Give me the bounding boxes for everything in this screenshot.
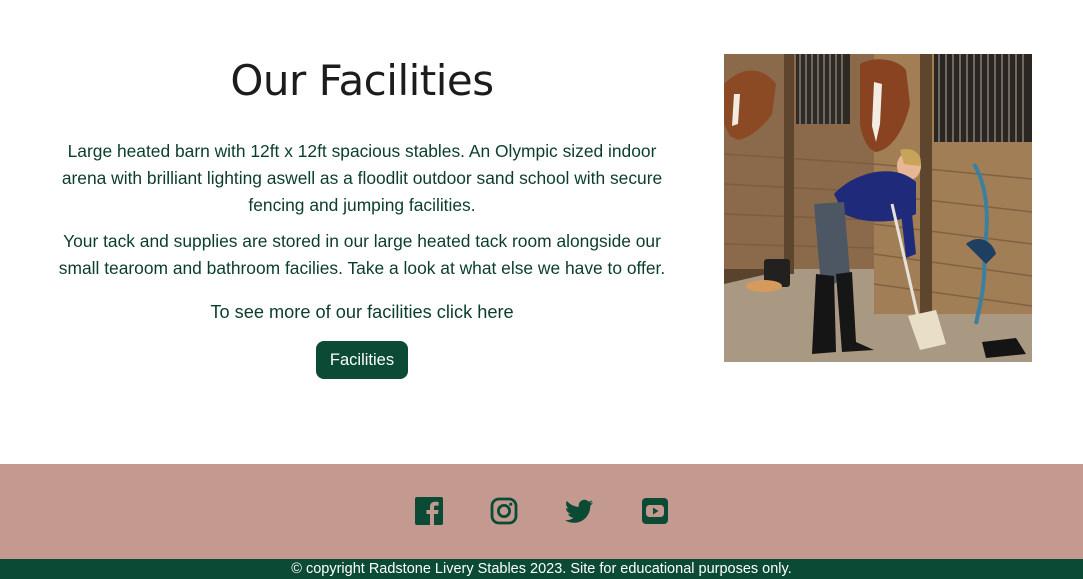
facilities-section: Our Facilities Large heated barn with 12…: [0, 0, 1083, 464]
facilities-paragraph-2: Your tack and supplies are stored in our…: [58, 231, 666, 278]
facilities-cta-text: To see more of our facilities click here: [210, 302, 514, 322]
twitter-icon[interactable]: [564, 496, 594, 526]
facilities-paragraph-1: Large heated barn with 12ft x 12ft spaci…: [61, 141, 663, 215]
instagram-icon[interactable]: [489, 496, 519, 526]
facilities-text-column: Our Facilities Large heated barn with 12…: [48, 54, 676, 379]
footer-social-bar: [0, 464, 1083, 559]
copyright-text: © copyright Radstone Livery Stables 2023…: [291, 561, 792, 577]
facebook-icon[interactable]: [414, 496, 444, 526]
youtube-icon[interactable]: [640, 496, 670, 526]
page-title: Our Facilities: [230, 56, 494, 105]
copyright-bar: © copyright Radstone Livery Stables 2023…: [0, 559, 1083, 579]
social-links: [0, 496, 1083, 526]
facilities-button[interactable]: Facilities: [315, 341, 409, 379]
stable-photo: [724, 54, 1032, 362]
